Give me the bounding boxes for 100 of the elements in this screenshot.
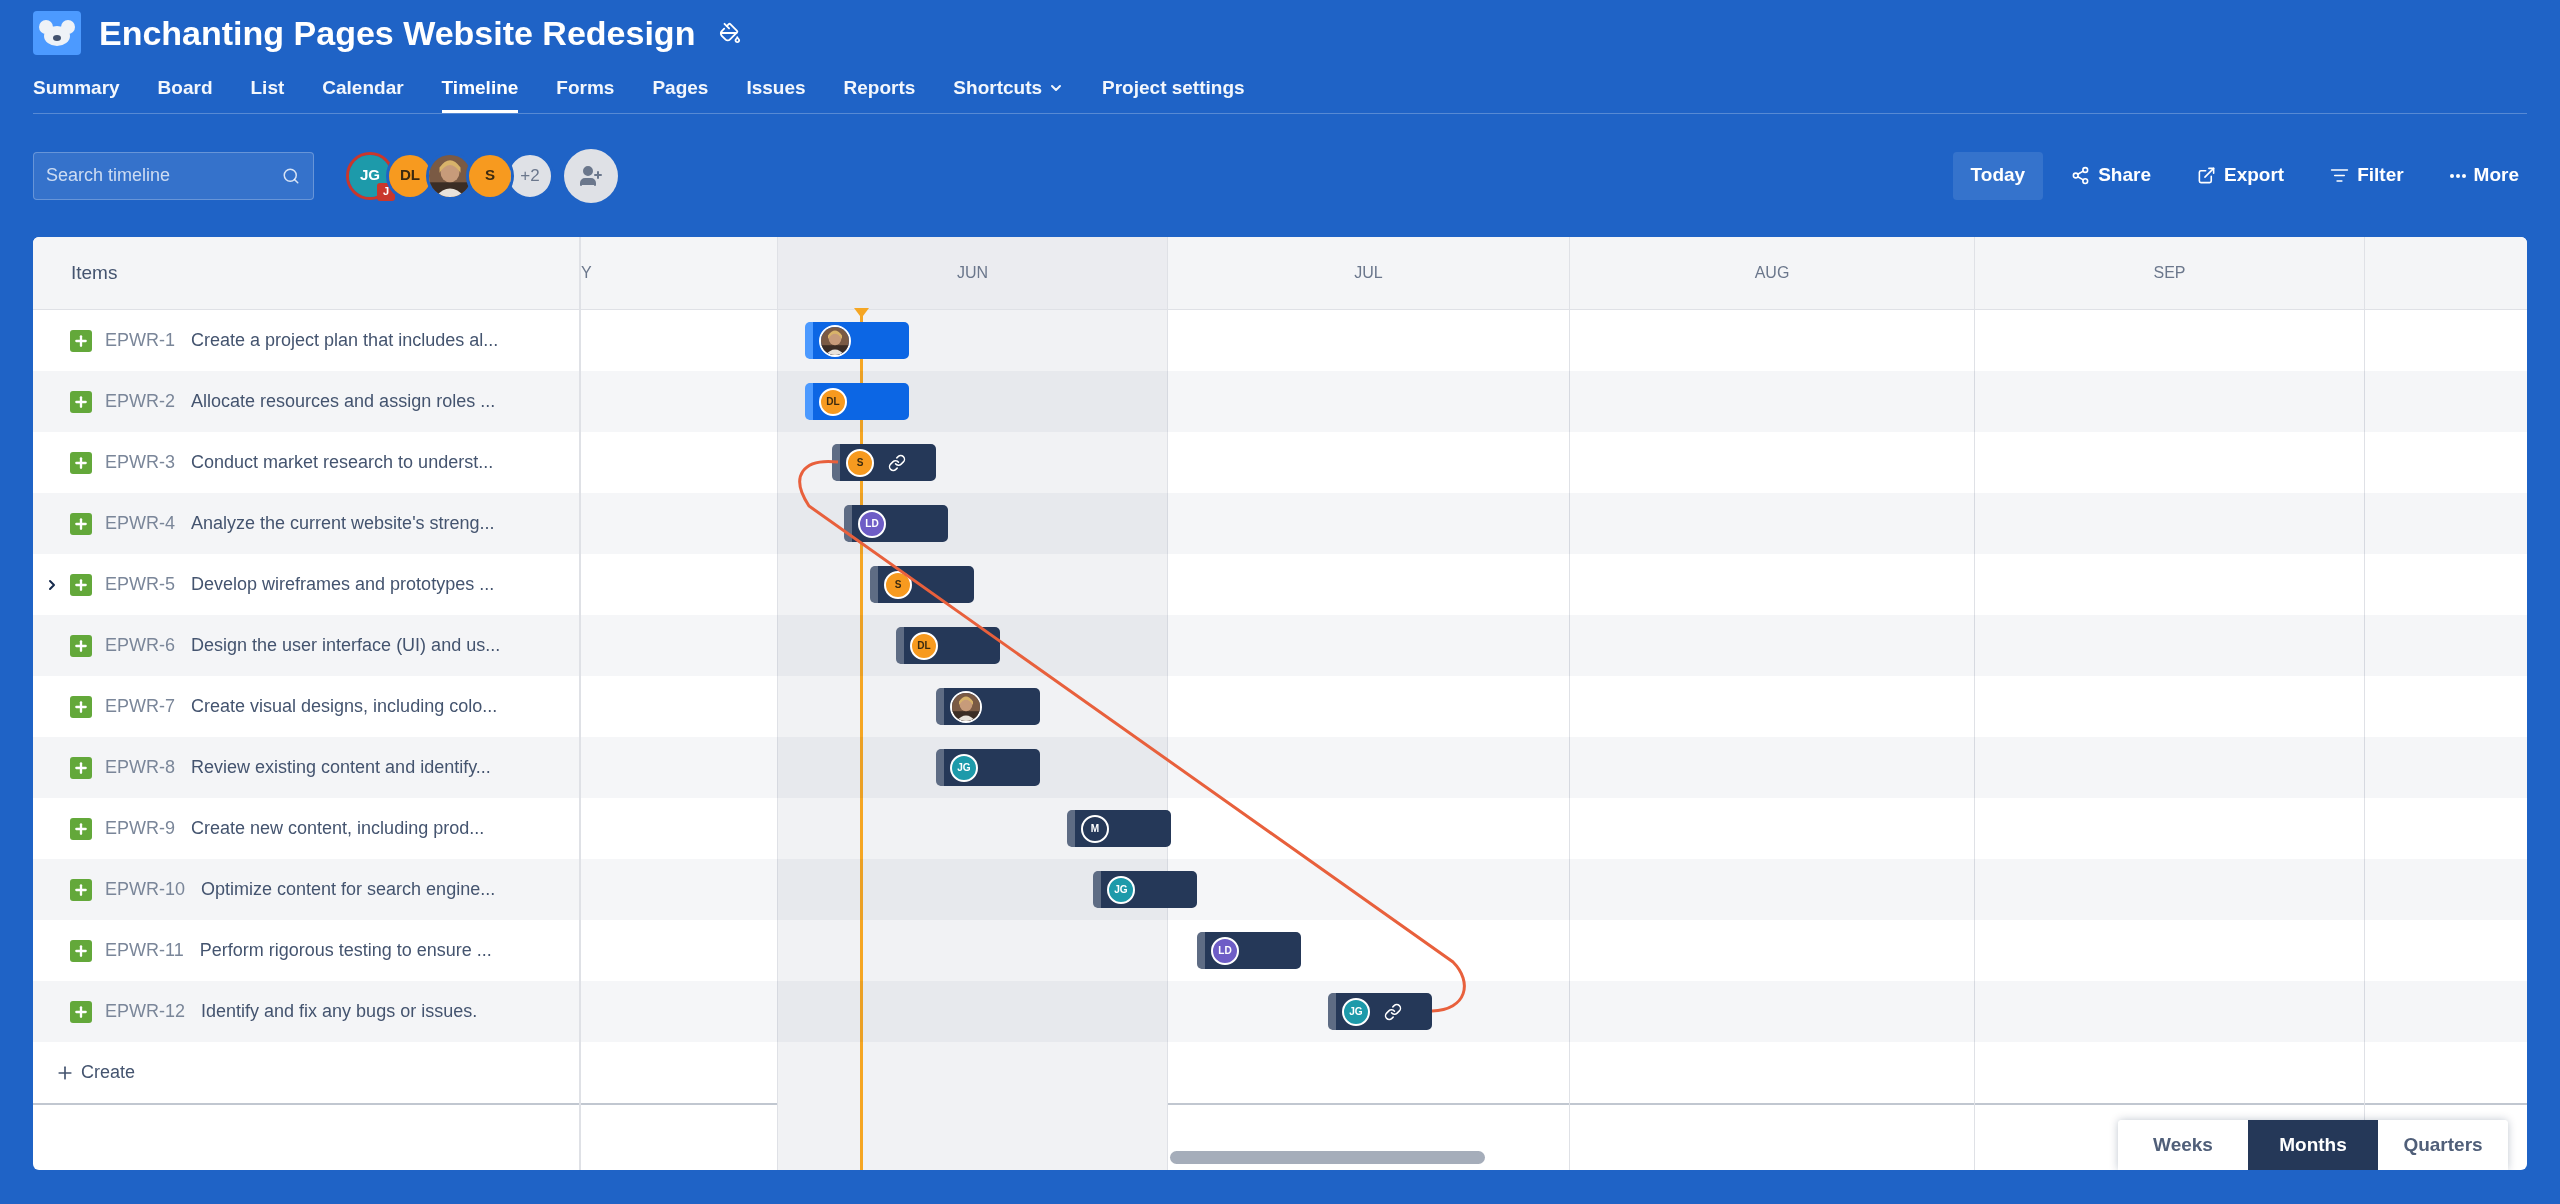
item-key[interactable]: EPWR-3 bbox=[105, 449, 175, 476]
avatar: S bbox=[884, 570, 912, 599]
avatar: JG bbox=[1107, 875, 1135, 904]
item-summary[interactable]: Review existing content and identify... bbox=[191, 754, 491, 781]
add-user-icon bbox=[579, 163, 603, 188]
toolbar-button[interactable]: Export bbox=[2178, 151, 2303, 200]
item-key[interactable]: EPWR-10 bbox=[105, 876, 185, 903]
item-summary[interactable]: Optimize content for search engine... bbox=[201, 876, 496, 903]
timeline-bar[interactable]: DL bbox=[805, 383, 909, 420]
month-label: JUL bbox=[1354, 263, 1383, 283]
item-summary[interactable]: Develop wireframes and prototypes ... bbox=[191, 571, 495, 598]
logo-icon bbox=[33, 11, 81, 55]
paint-bucket-icon[interactable] bbox=[719, 22, 742, 44]
nav-tab[interactable]: Board bbox=[157, 66, 213, 113]
view-toggle[interactable]: Quarters bbox=[2378, 1120, 2508, 1170]
item-key[interactable]: EPWR-8 bbox=[105, 754, 175, 781]
timeline-bar[interactable]: DL bbox=[896, 627, 1000, 664]
timeline-bar[interactable]: JG bbox=[936, 749, 1040, 786]
avatar: LD bbox=[858, 509, 886, 538]
item-summary[interactable]: Create a project plan that includes al... bbox=[191, 327, 499, 354]
nav-tab[interactable]: Shortcuts bbox=[953, 66, 1065, 113]
timeline-bar[interactable]: JG bbox=[1093, 871, 1197, 908]
nav-tab[interactable]: Timeline bbox=[441, 66, 519, 113]
nav-tab[interactable]: Summary bbox=[33, 66, 120, 113]
more-icon bbox=[2449, 173, 2466, 178]
toolbar-button[interactable]: Share bbox=[2053, 151, 2169, 200]
plus-square-icon bbox=[70, 634, 92, 657]
item-summary[interactable]: Perform rigorous testing to ensure ... bbox=[199, 937, 492, 964]
avatar: M bbox=[1081, 814, 1109, 843]
nav-tab[interactable]: Issues bbox=[746, 66, 806, 113]
item-summary[interactable]: Analyze the current website's streng... bbox=[191, 510, 495, 537]
nav-tab[interactable]: List bbox=[250, 66, 285, 113]
nav-tab[interactable]: Calendar bbox=[322, 66, 404, 113]
item-key[interactable]: EPWR-9 bbox=[105, 815, 175, 842]
month-label: AUG bbox=[1754, 263, 1790, 283]
column-header: Items bbox=[71, 260, 118, 285]
avatar: DL bbox=[819, 387, 847, 416]
plus-square-icon bbox=[70, 939, 92, 962]
plus-square-icon bbox=[70, 390, 92, 413]
plus-square-icon bbox=[70, 756, 92, 779]
avatar: DL bbox=[910, 631, 938, 660]
month-label: JUN bbox=[956, 263, 989, 283]
nav-tab[interactable]: Forms bbox=[556, 66, 615, 113]
item-key[interactable]: EPWR-1 bbox=[105, 327, 175, 354]
avatar: S bbox=[846, 448, 874, 477]
item-key[interactable]: EPWR-11 bbox=[105, 937, 184, 964]
toolbar-button[interactable]: More bbox=[2431, 151, 2537, 200]
nav-tab[interactable]: Pages bbox=[652, 66, 709, 113]
item-row[interactable]: EPWR-2 Allocate resources and assign roles ... bbox=[33, 371, 579, 432]
avatar: LD bbox=[1211, 936, 1239, 965]
item-key[interactable]: EPWR-6 bbox=[105, 632, 175, 659]
add-member-button[interactable] bbox=[564, 148, 618, 203]
month-label: SEP bbox=[2153, 263, 2186, 283]
plus-square-icon bbox=[70, 329, 92, 352]
link-icon bbox=[888, 453, 906, 472]
timeline-bar[interactable] bbox=[936, 688, 1040, 725]
avatar: JG bbox=[1342, 997, 1370, 1026]
item-key[interactable]: EPWR-5 bbox=[105, 571, 175, 598]
plus-square-icon bbox=[70, 695, 92, 718]
item-key[interactable]: EPWR-2 bbox=[105, 388, 175, 415]
timeline-bar[interactable]: S bbox=[832, 444, 936, 481]
item-summary[interactable]: Identify and fix any bugs or issues. bbox=[201, 998, 478, 1025]
create-button[interactable]: Create bbox=[55, 1059, 136, 1086]
filter-icon bbox=[2330, 166, 2350, 185]
item-summary[interactable]: Conduct market research to underst... bbox=[191, 449, 494, 476]
item-key[interactable]: EPWR-7 bbox=[105, 693, 175, 720]
plus-square-icon bbox=[70, 573, 92, 596]
timeline-bar[interactable]: M bbox=[1067, 810, 1171, 847]
plus-square-icon bbox=[70, 878, 92, 901]
plus-square-icon bbox=[70, 1000, 92, 1023]
share-icon bbox=[2071, 166, 2091, 185]
item-summary[interactable]: Create new content, including prod... bbox=[191, 815, 485, 842]
timeline-bar[interactable]: LD bbox=[1197, 932, 1301, 969]
timeline-bar[interactable]: JG bbox=[1328, 993, 1432, 1030]
item-row[interactable]: EPWR-6 Design the user interface (UI) and us... bbox=[33, 615, 579, 676]
scrollbar-thumb[interactable] bbox=[1170, 1151, 1485, 1164]
view-toggle[interactable]: Weeks bbox=[2118, 1120, 2248, 1170]
item-row[interactable]: EPWR-8 Review existing content and identify... bbox=[33, 737, 579, 798]
timeline-bar[interactable]: LD bbox=[844, 505, 948, 542]
month-label: Y bbox=[581, 263, 592, 283]
view-toggle[interactable]: Months bbox=[2248, 1120, 2378, 1170]
item-row[interactable]: EPWR-4 Analyze the current website's streng... bbox=[33, 493, 579, 554]
nav-tab[interactable]: Project settings bbox=[1102, 66, 1245, 113]
plus-square-icon bbox=[70, 451, 92, 474]
timeline-bar[interactable]: S bbox=[870, 566, 974, 603]
toolbar-button[interactable]: Today bbox=[1952, 151, 2044, 200]
toolbar-button[interactable]: Filter bbox=[2312, 151, 2422, 200]
link-icon bbox=[1384, 1002, 1402, 1021]
nav-tab[interactable]: Reports bbox=[843, 66, 916, 113]
avatar: S bbox=[469, 154, 511, 197]
item-key[interactable]: EPWR-4 bbox=[105, 510, 175, 537]
today-marker-head bbox=[854, 308, 869, 318]
item-row[interactable]: EPWR-12 Identify and fix any bugs or issues. bbox=[33, 981, 579, 1042]
item-key[interactable]: EPWR-12 bbox=[105, 998, 185, 1025]
item-summary[interactable]: Design the user interface (UI) and us... bbox=[191, 632, 501, 659]
item-row[interactable]: EPWR-10 Optimize content for search engine... bbox=[33, 859, 579, 920]
export-icon bbox=[2196, 166, 2216, 185]
timeline-bar[interactable] bbox=[805, 322, 909, 359]
item-summary[interactable]: Create visual designs, including colo... bbox=[191, 693, 498, 720]
item-summary[interactable]: Allocate resources and assign roles ... bbox=[191, 388, 496, 415]
